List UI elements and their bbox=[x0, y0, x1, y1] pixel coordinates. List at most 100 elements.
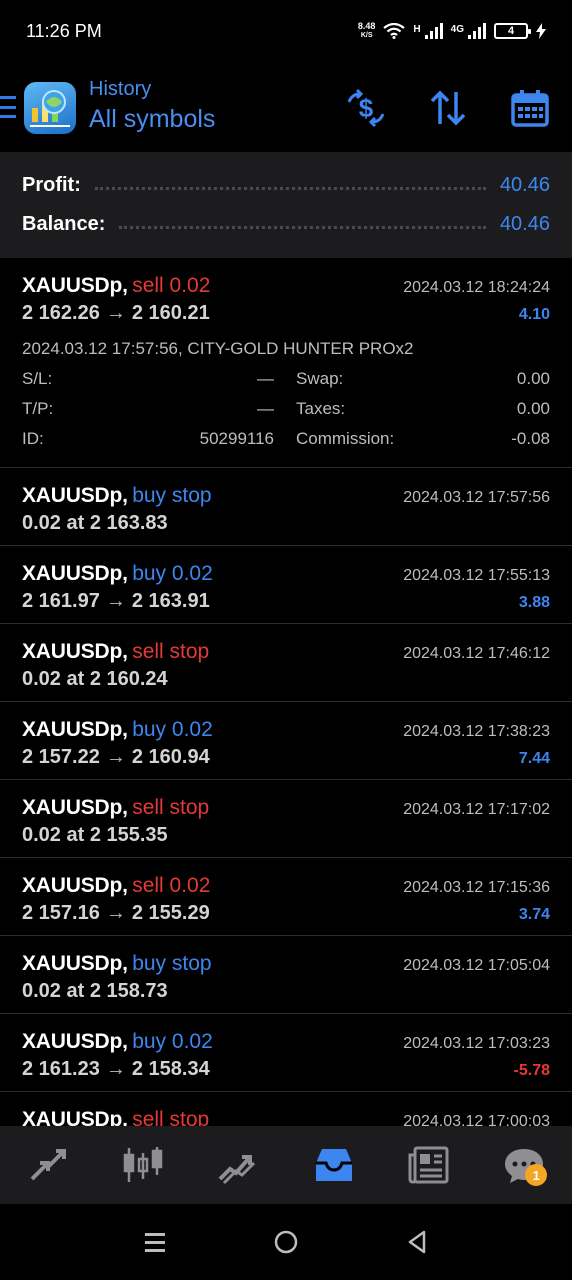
close-price: 2 163.91 bbox=[131, 590, 210, 612]
trade-datetime: 2024.03.12 17:15:36 bbox=[403, 879, 550, 896]
trade-row[interactable]: XAUUSDp, buy 0.02 2024.03.12 17:55:13 2 … bbox=[0, 546, 572, 624]
balance-label: Balance: bbox=[22, 213, 106, 235]
dot-leader bbox=[119, 226, 486, 229]
trade-profit: 4.10 bbox=[518, 306, 550, 323]
nav-quotes[interactable] bbox=[23, 1140, 73, 1190]
trade-side: sell 0.02 bbox=[132, 274, 211, 297]
open-info: 2024.03.12 17:57:56, CITY-GOLD HUNTER PR… bbox=[22, 339, 414, 358]
id-value: 50299116 bbox=[199, 429, 274, 448]
status-bar: 11:26 PM 8.48 K/S H 4G 4 bbox=[0, 0, 572, 62]
app-header: History All symbols $ bbox=[0, 62, 572, 152]
profit-label: Profit: bbox=[22, 174, 81, 196]
back-button[interactable] bbox=[397, 1222, 437, 1262]
close-price: 2 158.34 bbox=[131, 1058, 210, 1080]
trade-side: sell 0.02 bbox=[132, 874, 211, 897]
commission-label: Commission: bbox=[296, 429, 395, 448]
trade-side: buy stop bbox=[132, 952, 212, 975]
status-time: 11:26 PM bbox=[26, 20, 102, 41]
price-arrow-icon: → bbox=[105, 302, 126, 324]
trade-row[interactable]: XAUUSDp, sell 0.02 2024.03.12 17:15:36 2… bbox=[0, 858, 572, 936]
bottom-nav: 1 bbox=[0, 1126, 572, 1204]
trade-side: sell stop bbox=[132, 640, 210, 663]
trade-profit: 3.88 bbox=[518, 594, 550, 611]
trade-profit: -5.78 bbox=[513, 1062, 550, 1079]
tp-value: — bbox=[257, 399, 274, 418]
dollar-arrows-icon: $ bbox=[347, 88, 385, 128]
trade-side: buy stop bbox=[132, 484, 212, 507]
deposit-filter-button[interactable]: $ bbox=[344, 86, 388, 130]
trade-row[interactable]: XAUUSDp, buy 0.02 2024.03.12 17:03:23 2 … bbox=[0, 1014, 572, 1092]
open-price: 2 162.26 bbox=[22, 302, 100, 324]
order-row[interactable]: XAUUSDp, buy stop 2024.03.12 17:05:04 0.… bbox=[0, 936, 572, 1014]
trade-datetime: 2024.03.12 17:57:56 bbox=[403, 489, 550, 506]
quotes-icon bbox=[30, 1149, 66, 1181]
menu-icon[interactable] bbox=[0, 96, 16, 118]
trade-datetime: 2024.03.12 17:00:03 bbox=[403, 1113, 550, 1126]
sl-value: — bbox=[257, 369, 274, 388]
order-info: 0.02 at 2 155.35 bbox=[22, 824, 168, 846]
nav-chart[interactable] bbox=[118, 1140, 168, 1190]
order-info: 0.02 at 2 160.24 bbox=[22, 668, 168, 690]
taxes-label: Taxes: bbox=[296, 399, 346, 418]
history-icon bbox=[315, 1149, 352, 1181]
nav-trade[interactable] bbox=[213, 1140, 263, 1190]
system-nav bbox=[0, 1204, 572, 1280]
close-price: 2 160.94 bbox=[131, 746, 210, 768]
dot-leader bbox=[94, 187, 486, 190]
sort-icon bbox=[430, 90, 466, 126]
nav-news[interactable] bbox=[404, 1140, 454, 1190]
nav-messages[interactable]: 1 bbox=[499, 1140, 549, 1190]
calendar-icon bbox=[511, 90, 549, 127]
history-list: XAUUSDp, sell 0.02 2024.03.12 18:24:24 2… bbox=[0, 258, 572, 1126]
trade-row[interactable]: XAUUSDp, sell 0.02 2024.03.12 18:24:24 2… bbox=[0, 258, 572, 468]
header-subtitle: History bbox=[89, 78, 152, 100]
symbol-filter[interactable]: All symbols bbox=[89, 105, 215, 134]
open-price: 2 161.97 bbox=[22, 590, 100, 612]
header-titles: History All symbols bbox=[89, 78, 215, 134]
profit-row: Profit: 40.46 bbox=[22, 166, 550, 205]
trade-profit: 3.74 bbox=[518, 906, 550, 923]
order-row[interactable]: XAUUSDp, sell stop 2024.03.12 17:17:02 0… bbox=[0, 780, 572, 858]
recents-button[interactable] bbox=[135, 1222, 175, 1262]
wifi-icon bbox=[383, 23, 406, 39]
trade-symbol: XAUUSDp, bbox=[22, 874, 128, 897]
calendar-button[interactable] bbox=[508, 86, 552, 130]
commission-value: -0.08 bbox=[511, 429, 550, 448]
nav-history[interactable] bbox=[309, 1140, 359, 1190]
trade-side: sell stop bbox=[132, 1108, 210, 1126]
trade-symbol: XAUUSDp, bbox=[22, 796, 128, 819]
trade-symbol: XAUUSDp, bbox=[22, 1108, 128, 1126]
order-row[interactable]: XAUUSDp, sell stop 2024.03.12 17:46:12 0… bbox=[0, 624, 572, 702]
home-button[interactable] bbox=[266, 1222, 306, 1262]
home-icon bbox=[274, 1230, 298, 1254]
order-row[interactable]: XAUUSDp, buy stop 2024.03.12 17:57:56 0.… bbox=[0, 468, 572, 546]
order-info: 0.02 at 2 158.73 bbox=[22, 980, 168, 1002]
trade-symbol: XAUUSDp, bbox=[22, 640, 128, 663]
network-h-label: H bbox=[413, 24, 421, 35]
trade-symbol: XAUUSDp, bbox=[22, 1030, 128, 1053]
net-speed-value: 8.48 bbox=[357, 21, 376, 31]
trade-row[interactable]: XAUUSDp, buy 0.02 2024.03.12 17:38:23 2 … bbox=[0, 702, 572, 780]
charging-icon bbox=[536, 23, 546, 39]
swap-value: 0.00 bbox=[516, 369, 550, 388]
tp-label: T/P: bbox=[22, 399, 54, 418]
trade-symbol: XAUUSDp, bbox=[22, 562, 128, 585]
price-arrow-icon: → bbox=[105, 902, 126, 924]
status-icons: 8.48 K/S H 4G 4 bbox=[358, 22, 546, 40]
back-icon bbox=[408, 1230, 425, 1254]
trade-side: buy 0.02 bbox=[132, 562, 213, 585]
trade-datetime: 2024.03.12 17:55:13 bbox=[403, 567, 550, 584]
sort-button[interactable] bbox=[426, 86, 470, 130]
net-speed: 8.48 K/S bbox=[358, 22, 376, 40]
network-4g-label: 4G bbox=[450, 24, 464, 35]
trade-datetime: 2024.03.12 17:03:23 bbox=[403, 1035, 550, 1052]
order-info: 0.02 at 2 163.83 bbox=[22, 512, 168, 534]
trade-side: buy 0.02 bbox=[132, 718, 213, 741]
close-price: 2 155.29 bbox=[131, 902, 210, 924]
signal-1-icon bbox=[424, 23, 443, 39]
summary-panel: Profit: 40.46 Balance: 40.46 bbox=[0, 152, 572, 258]
order-row[interactable]: XAUUSDp, sell stop 2024.03.12 17:00:03 bbox=[0, 1092, 572, 1126]
taxes-value: 0.00 bbox=[516, 399, 550, 418]
trade-datetime: 2024.03.12 17:17:02 bbox=[403, 801, 550, 818]
net-speed-unit: K/S bbox=[360, 32, 373, 39]
